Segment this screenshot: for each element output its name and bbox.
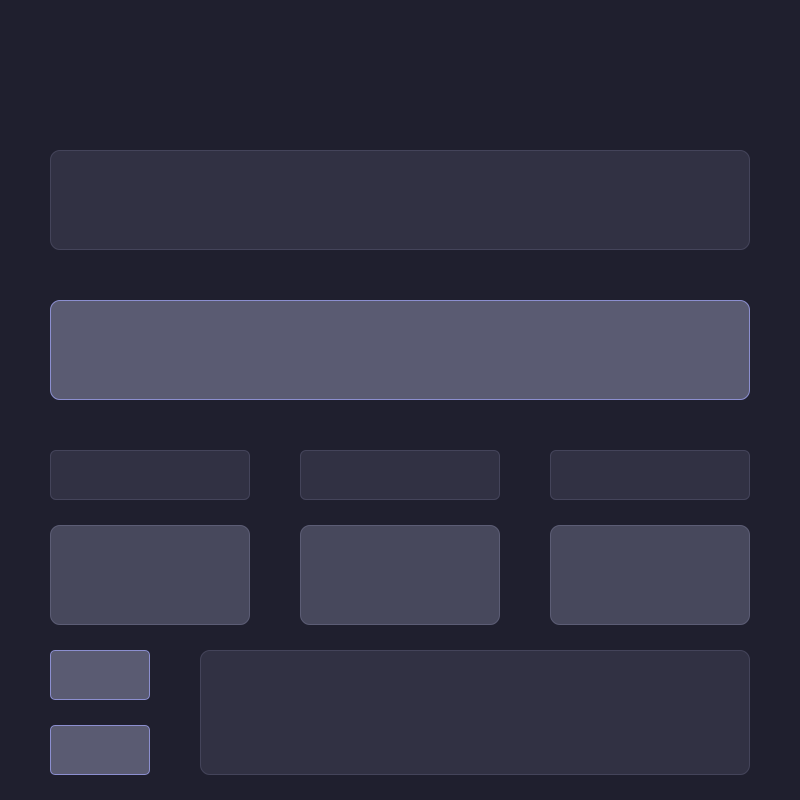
side-button[interactable] [50, 650, 150, 700]
content-tile[interactable] [550, 525, 750, 625]
app-canvas [0, 0, 800, 800]
content-tile[interactable] [300, 525, 500, 625]
small-card[interactable] [550, 450, 750, 500]
selected-banner[interactable] [50, 300, 750, 400]
content-panel [200, 650, 750, 775]
side-button[interactable] [50, 725, 150, 775]
header-bar [50, 150, 750, 250]
content-tile[interactable] [50, 525, 250, 625]
small-card[interactable] [300, 450, 500, 500]
small-card[interactable] [50, 450, 250, 500]
